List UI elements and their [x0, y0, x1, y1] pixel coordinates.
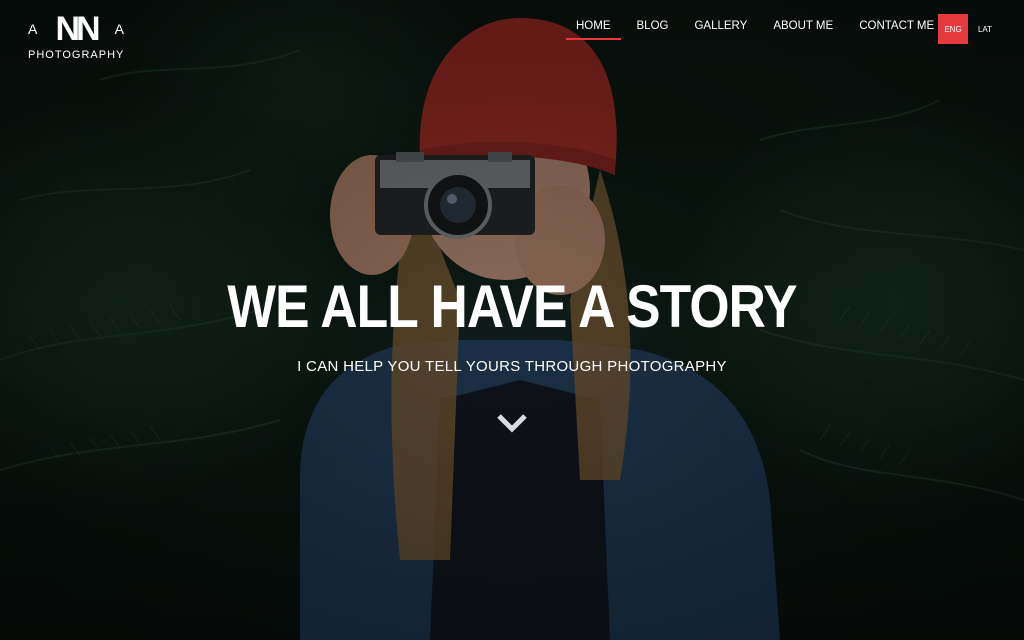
hero-headline: WE ALL HAVE A STORY	[227, 273, 797, 340]
site-logo[interactable]: A NN A PHOTOGRAPHY	[28, 12, 124, 61]
nav-item-home[interactable]: HOME	[566, 20, 621, 40]
logo-subtitle: PHOTOGRAPHY	[28, 49, 125, 61]
logo-letter-left: A	[28, 21, 38, 37]
language-switcher: ENG LAT	[938, 14, 1002, 44]
nav-item-contact-me[interactable]: CONTACT ME	[849, 20, 944, 40]
nav-item-blog[interactable]: BLOG	[627, 20, 679, 40]
hero-subline: I CAN HELP YOU TELL YOURS THROUGH PHOTOG…	[297, 358, 727, 375]
main-nav: HOME BLOG GALLERY ABOUT ME CONTACT ME	[566, 20, 950, 40]
logo-mark: A NN A	[28, 12, 124, 46]
language-eng-button[interactable]: ENG	[938, 14, 968, 44]
logo-letter-right: A	[114, 21, 124, 37]
nav-item-about-me[interactable]: ABOUT ME	[763, 20, 843, 40]
logo-letters-center: NN	[55, 10, 100, 48]
hero-section: A NN A PHOTOGRAPHY HOME BLOG GALLERY ABO…	[0, 0, 1024, 640]
language-lat-button[interactable]: LAT	[970, 14, 1000, 44]
chevron-down-icon[interactable]	[496, 410, 528, 436]
nav-item-gallery[interactable]: GALLERY	[684, 20, 757, 40]
